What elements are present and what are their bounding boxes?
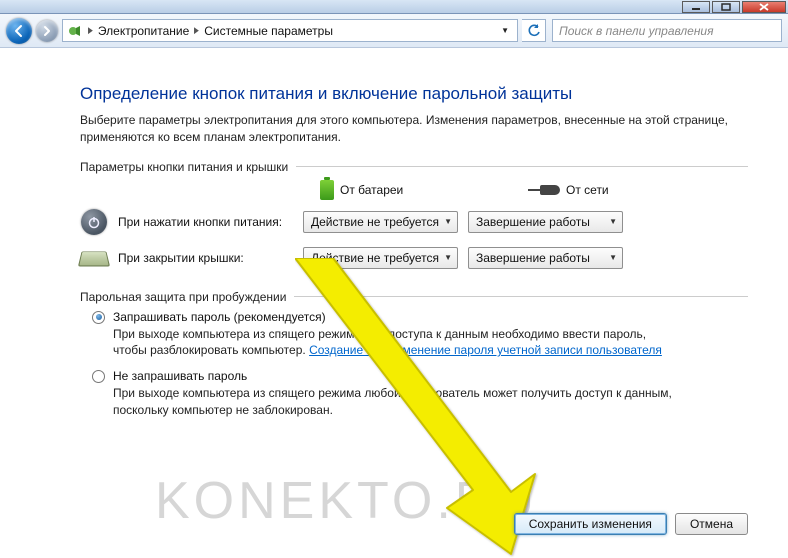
radio-no-password[interactable] — [92, 370, 105, 383]
address-dropdown[interactable]: ▼ — [497, 26, 513, 35]
close-button[interactable] — [742, 1, 786, 13]
nav-toolbar: ▶ Электропитание ▶ Системные параметры ▼… — [0, 14, 788, 48]
column-headers: От батареи От сети — [80, 180, 748, 200]
radio-require-password-desc: При выходе компьютера из спящего режима … — [113, 326, 673, 360]
chevron-right-icon: ▶ — [194, 25, 199, 36]
chevron-down-icon: ▼ — [444, 217, 452, 226]
row-lid-label: При закрытии крышки: — [118, 251, 293, 265]
window-titlebar — [0, 0, 788, 14]
button-row: Сохранить изменения Отмена — [514, 513, 748, 535]
combo-lid-plugged[interactable]: Завершение работы▼ — [468, 247, 623, 269]
row-power-button: При нажатии кнопки питания: Действие не … — [80, 208, 748, 236]
chevron-down-icon: ▼ — [609, 217, 617, 226]
plug-icon — [540, 185, 560, 195]
combo-power-battery[interactable]: Действие не требуется▼ — [303, 211, 458, 233]
link-create-change-password[interactable]: Создание или изменение пароля учетной за… — [309, 343, 662, 357]
search-placeholder: Поиск в панели управления — [559, 24, 714, 38]
row-lid-close: При закрытии крышки: Действие не требует… — [80, 244, 748, 272]
combo-power-plugged[interactable]: Завершение работы▼ — [468, 211, 623, 233]
section-buttons-lid-header: Параметры кнопки питания и крышки — [80, 160, 748, 174]
address-bar[interactable]: ▶ Электропитание ▶ Системные параметры ▼ — [62, 19, 518, 42]
cancel-button[interactable]: Отмена — [675, 513, 748, 535]
col-battery-label: От батареи — [340, 183, 403, 197]
watermark: KONEKTO.RU — [155, 471, 538, 531]
chevron-down-icon: ▼ — [444, 253, 452, 262]
power-options-icon — [67, 24, 83, 38]
breadcrumb-item-1[interactable]: Электропитание — [98, 24, 189, 38]
radio-no-password-desc: При выходе компьютера из спящего режима … — [113, 385, 673, 419]
radio-no-password-label: Не запрашивать пароль — [113, 369, 247, 383]
row-power-label: При нажатии кнопки питания: — [118, 215, 293, 229]
minimize-button[interactable] — [682, 1, 710, 13]
radio-require-password[interactable] — [92, 311, 105, 324]
radio-require-password-label: Запрашивать пароль (рекомендуется) — [113, 310, 326, 324]
forward-button[interactable] — [36, 20, 58, 42]
combo-lid-battery[interactable]: Действие не требуется▼ — [303, 247, 458, 269]
maximize-button[interactable] — [712, 1, 740, 13]
content-pane: Определение кнопок питания и включение п… — [0, 48, 788, 549]
battery-icon — [320, 180, 334, 200]
page-title: Определение кнопок питания и включение п… — [80, 84, 748, 104]
section-password-header: Парольная защита при пробуждении — [80, 290, 748, 304]
col-plugged-label: От сети — [566, 183, 609, 197]
breadcrumb-item-2[interactable]: Системные параметры — [204, 24, 333, 38]
refresh-button[interactable] — [522, 19, 546, 42]
chevron-down-icon: ▼ — [609, 253, 617, 262]
save-button[interactable]: Сохранить изменения — [514, 513, 667, 535]
power-button-icon — [81, 209, 107, 235]
back-button[interactable] — [6, 18, 32, 44]
search-input[interactable]: Поиск в панели управления — [552, 19, 782, 42]
laptop-lid-icon — [78, 251, 110, 266]
chevron-right-icon: ▶ — [88, 25, 93, 36]
page-intro: Выберите параметры электропитания для эт… — [80, 112, 748, 146]
